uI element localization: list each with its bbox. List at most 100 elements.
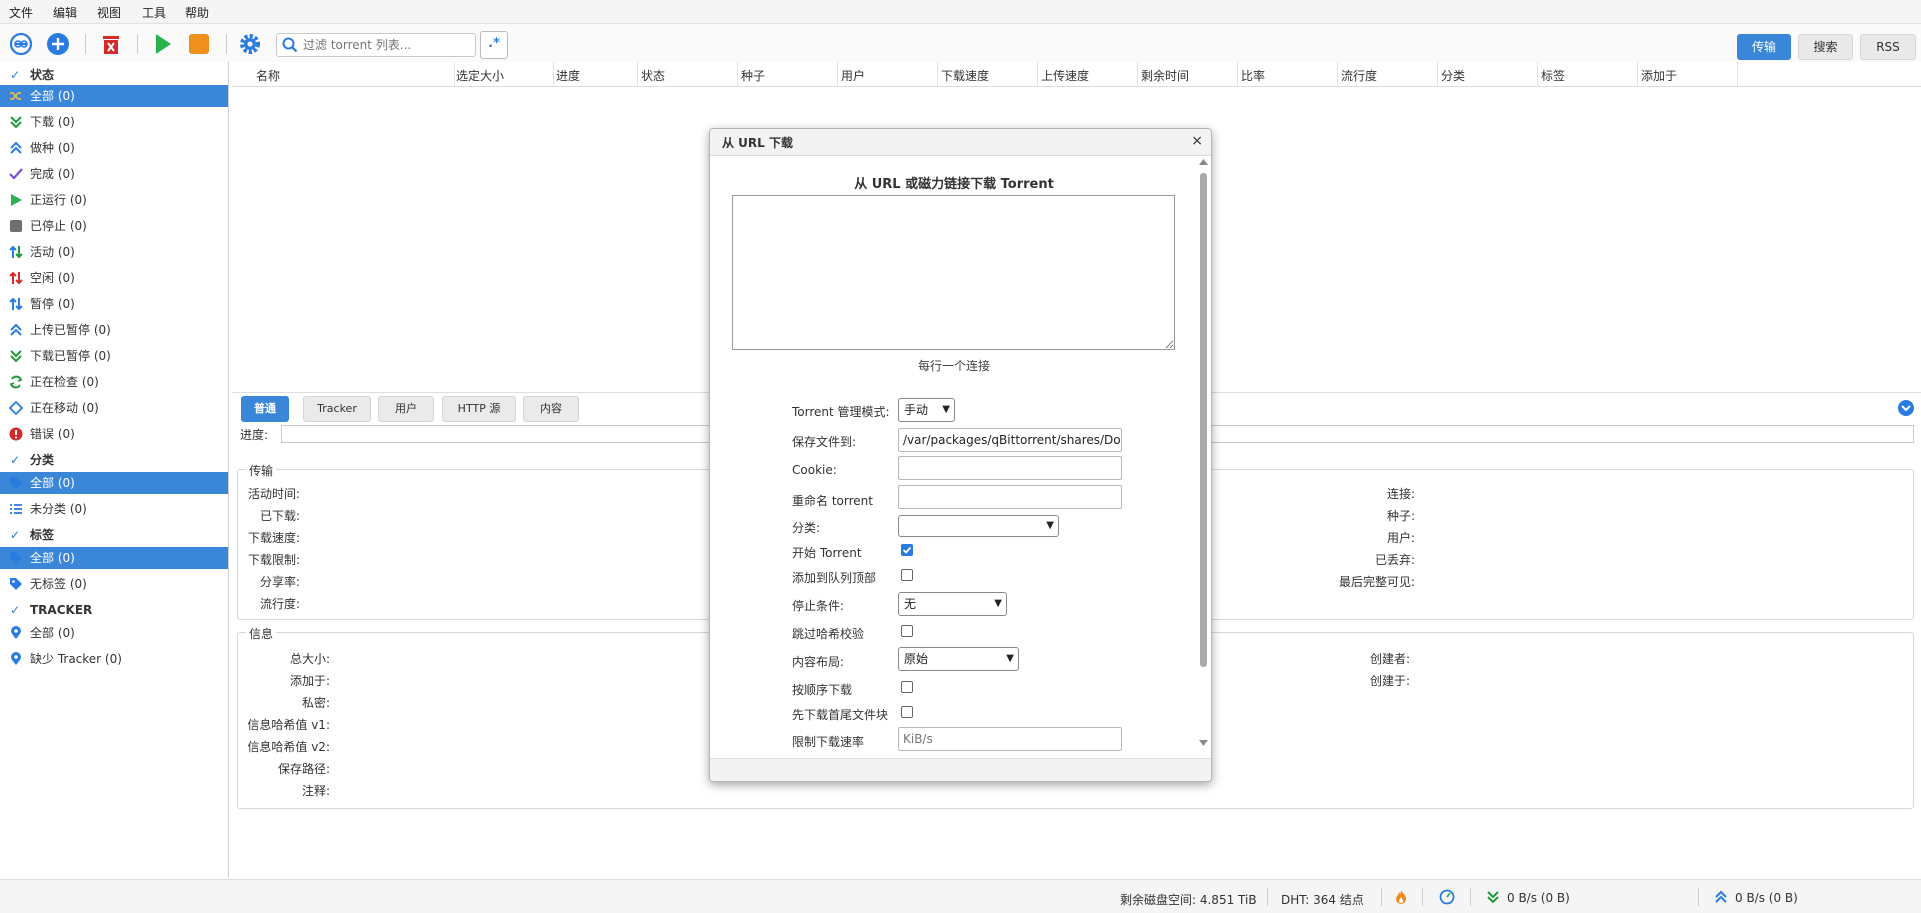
filter-status-completed[interactable]: 完成 (0) <box>0 163 228 185</box>
scroll-down-icon[interactable] <box>1198 738 1209 748</box>
column-ratio[interactable]: 比率 <box>1241 67 1265 84</box>
info-hash-v1-label: 信息哈希值 v1: <box>247 718 330 732</box>
tab-rss[interactable]: RSS <box>1860 34 1916 60</box>
filter-status-errored[interactable]: 错误 (0) <box>0 423 228 445</box>
column-selected-size[interactable]: 选定大小 <box>456 67 504 84</box>
column-status[interactable]: 状态 <box>641 67 665 84</box>
add-torrent-file-button[interactable] <box>45 31 71 57</box>
scroll-up-icon[interactable] <box>1198 157 1209 167</box>
save-path-input[interactable]: /var/packages/qBittorrent/shares/Dow <box>898 428 1122 452</box>
speed-limit-icon[interactable] <box>1439 889 1455 905</box>
filter-status-stopped[interactable]: 已停止 (0) <box>0 215 228 237</box>
status-section-header[interactable]: ✓ 状态 <box>0 64 228 86</box>
management-mode-select[interactable]: 手动 ▼ <box>898 398 955 422</box>
dialog-title-bar[interactable]: 从 URL 下载 × <box>710 129 1211 156</box>
cookie-label: Cookie: <box>792 463 837 477</box>
start-torrent-label: 开始 Torrent <box>792 546 862 560</box>
share-ratio-label: 分享率: <box>259 575 300 589</box>
add-to-top-checkbox[interactable] <box>901 569 913 581</box>
filter-category-uncategorized[interactable]: 未分类 (0) <box>0 498 228 520</box>
column-progress[interactable]: 进度 <box>556 67 580 84</box>
column-tags[interactable]: 标签 <box>1541 67 1565 84</box>
menu-edit[interactable]: 编辑 <box>53 4 77 21</box>
rename-torrent-input[interactable] <box>898 485 1122 509</box>
cookie-input[interactable] <box>898 456 1122 480</box>
content-layout-select[interactable]: 原始 ▼ <box>898 647 1019 671</box>
filter-status-inactive[interactable]: 空闲 (0) <box>0 267 228 289</box>
tab-search[interactable]: 搜索 <box>1798 34 1853 60</box>
tag-section-header[interactable]: ✓ 标签 <box>0 524 228 546</box>
regex-toggle-button[interactable]: .* <box>480 31 508 59</box>
urls-textarea[interactable] <box>732 195 1175 350</box>
filter-tracker-trackerless[interactable]: 缺少 Tracker (0) <box>0 648 228 670</box>
filter-tag-untagged[interactable]: 无标签 (0) <box>0 573 228 595</box>
scrollbar-thumb[interactable] <box>1200 173 1207 667</box>
plus-circle-icon <box>47 33 69 55</box>
start-torrent-checkbox[interactable] <box>901 544 913 556</box>
filter-status-running[interactable]: 正运行 (0) <box>0 189 228 211</box>
delete-button[interactable] <box>98 31 124 57</box>
column-eta[interactable]: 剩余时间 <box>1141 67 1189 84</box>
column-name[interactable]: 名称 <box>256 67 280 84</box>
column-seeds[interactable]: 种子 <box>741 67 765 84</box>
column-download-speed[interactable]: 下载速度 <box>941 67 989 84</box>
activity-icon <box>9 245 23 259</box>
filter-status-seeding[interactable]: 做种 (0) <box>0 137 228 159</box>
search-icon <box>282 37 298 53</box>
menu-help[interactable]: 帮助 <box>185 4 209 21</box>
column-popularity[interactable]: 流行度 <box>1341 67 1377 84</box>
options-button[interactable] <box>237 31 263 57</box>
close-icon[interactable]: × <box>1191 133 1203 149</box>
stop-condition-select[interactable]: 无 ▼ <box>898 592 1007 616</box>
column-upload-speed[interactable]: 上传速度 <box>1041 67 1089 84</box>
upload-icon <box>1715 890 1727 903</box>
filter-category-all[interactable]: 全部 (0) <box>0 472 228 494</box>
menu-view[interactable]: 视图 <box>97 4 121 21</box>
search-box[interactable] <box>276 33 476 57</box>
filter-status-all[interactable]: 全部 (0) <box>0 85 228 107</box>
tag-icon <box>10 477 22 489</box>
menu-tools[interactable]: 工具 <box>142 4 166 21</box>
tab-peers[interactable]: 用户 <box>378 396 434 422</box>
dialog-scrollbar[interactable] <box>1198 157 1209 748</box>
tab-content[interactable]: 内容 <box>523 396 579 422</box>
first-last-piece-checkbox[interactable] <box>901 706 913 718</box>
filter-status-moving[interactable]: 正在移动 (0) <box>0 397 228 419</box>
save-path-label: 保存路径: <box>277 762 330 776</box>
collapse-panel-icon[interactable] <box>1897 399 1915 417</box>
add-torrent-link-button[interactable] <box>8 31 34 57</box>
link-icon <box>9 32 33 56</box>
tab-general[interactable]: 普通 <box>241 396 289 422</box>
tracker-section-header[interactable]: ✓ TRACKER <box>0 599 228 621</box>
skip-hash-check-checkbox[interactable] <box>901 625 913 637</box>
filter-status-checking[interactable]: 正在检查 (0) <box>0 371 228 393</box>
start-button[interactable] <box>149 31 175 57</box>
category-section-header[interactable]: ✓ 分类 <box>0 449 228 471</box>
filter-tag-all[interactable]: 全部 (0) <box>0 547 228 569</box>
column-peers[interactable]: 用户 <box>841 67 865 84</box>
filter-tracker-all[interactable]: 全部 (0) <box>0 622 228 644</box>
category-select[interactable]: ▼ <box>898 515 1059 537</box>
filter-status-stalled-downloading[interactable]: 下载已暂停 (0) <box>0 345 228 367</box>
column-added-on[interactable]: 添加于 <box>1641 67 1677 84</box>
tab-transfers[interactable]: 传输 <box>1737 34 1791 60</box>
search-input[interactable] <box>301 36 473 54</box>
filter-status-active[interactable]: 活动 (0) <box>0 241 228 263</box>
content-layout-label: 内容布局: <box>792 655 845 669</box>
category-field-label: 分类: <box>792 521 821 535</box>
filter-status-stalled-uploading[interactable]: 上传已暂停 (0) <box>0 319 228 341</box>
tab-trackers[interactable]: Tracker <box>303 396 371 422</box>
dht-nodes: DHT: 364 结点 <box>1281 893 1364 907</box>
sequential-download-checkbox[interactable] <box>901 681 913 693</box>
filter-status-downloading[interactable]: 下载 (0) <box>0 111 228 133</box>
column-category[interactable]: 分类 <box>1441 67 1465 84</box>
menu-bar: 文件 编辑 视图 工具 帮助 <box>0 0 1921 24</box>
filter-status-stalled[interactable]: 暂停 (0) <box>0 293 228 315</box>
stop-icon <box>10 220 22 232</box>
download-limit-input[interactable] <box>898 727 1122 751</box>
checking-icon <box>9 375 23 389</box>
menu-file[interactable]: 文件 <box>9 4 33 21</box>
chevron-down-icon: ✓ <box>10 603 21 617</box>
tab-http-sources[interactable]: HTTP 源 <box>442 396 516 422</box>
stop-button[interactable] <box>186 31 212 57</box>
